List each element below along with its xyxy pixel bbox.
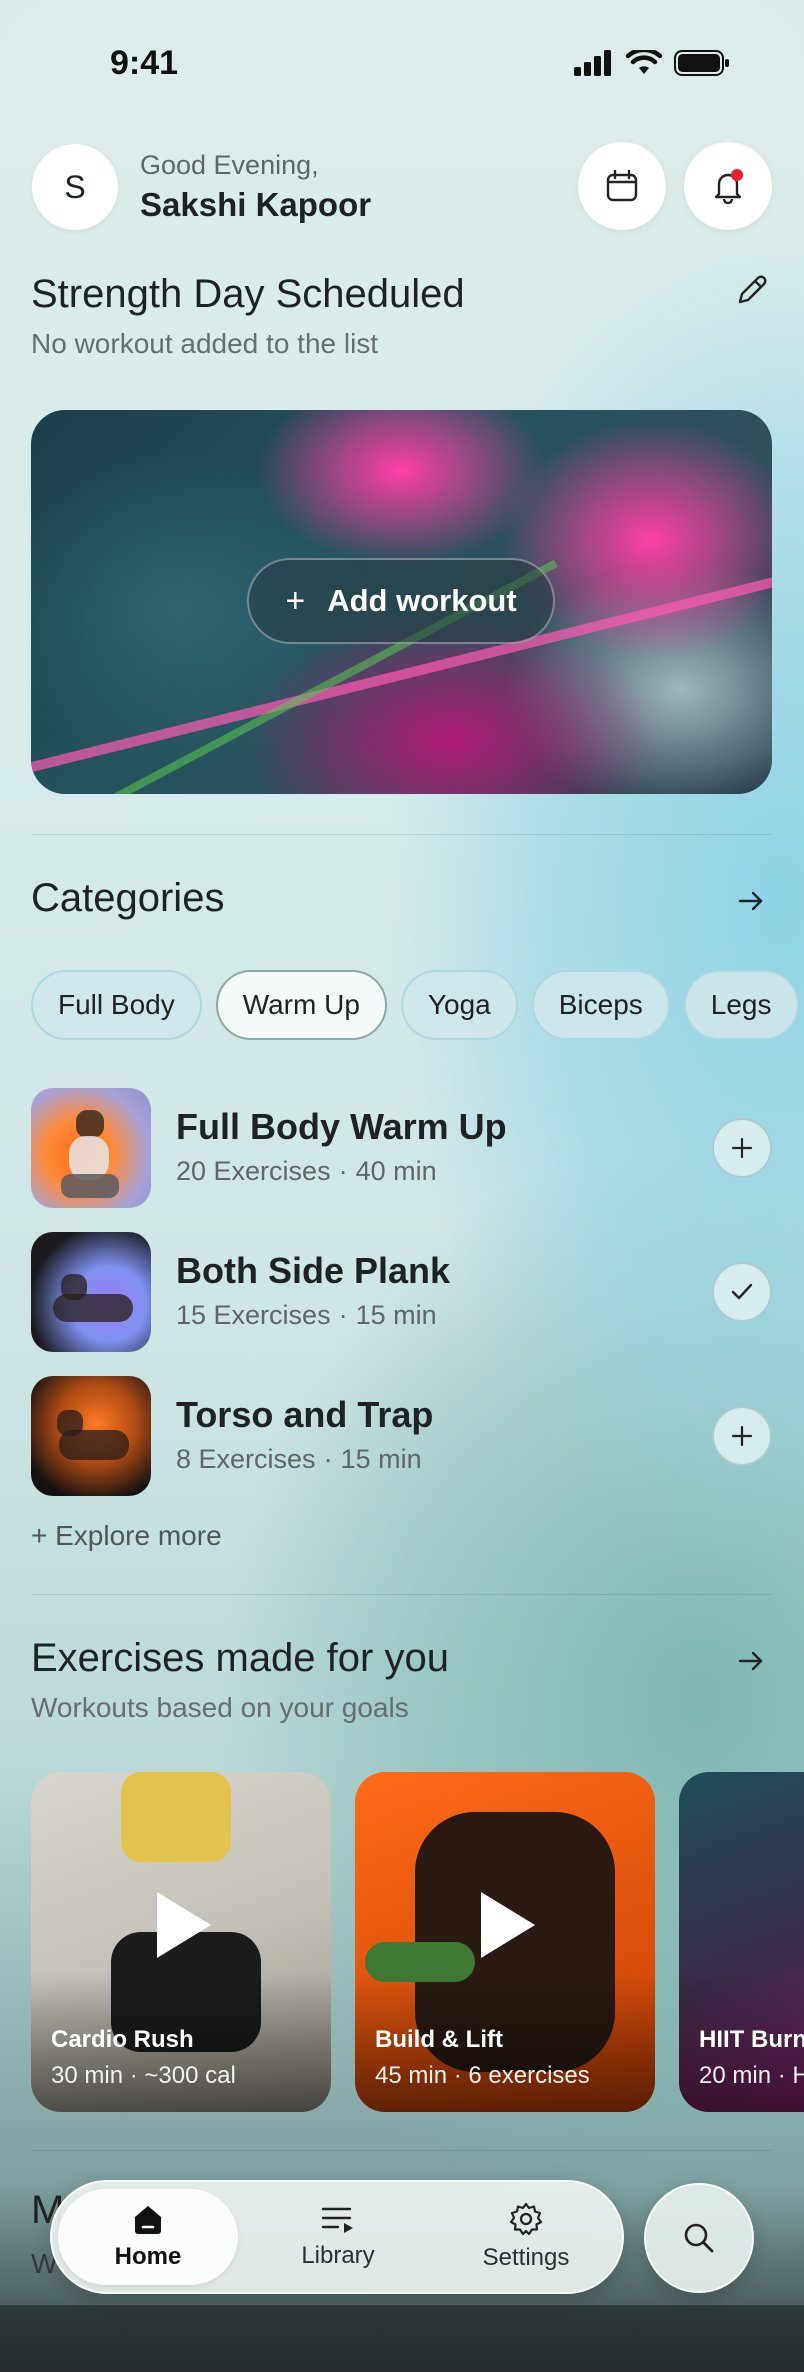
schedule-title: Strength Day Scheduled bbox=[31, 272, 465, 316]
workout-item[interactable]: Full Body Warm Up 20 Exercises · 40 min bbox=[31, 1088, 772, 1208]
workout-duration: 15 min bbox=[355, 1300, 437, 1330]
bottom-content-fade bbox=[0, 2305, 804, 2372]
exercise-card[interactable]: HIIT Burn 20 min · H bbox=[679, 1772, 804, 2112]
workout-thumbnail bbox=[31, 1376, 151, 1496]
card-meta: 45 min · 6 exercises bbox=[375, 2062, 590, 2089]
plus-icon: + bbox=[285, 581, 306, 620]
greeting-text: Good Evening, bbox=[140, 150, 319, 180]
categories-see-all-button[interactable] bbox=[736, 886, 766, 921]
battery-icon bbox=[674, 50, 729, 76]
categories-title: Categories bbox=[31, 876, 225, 920]
arrow-right-icon bbox=[738, 891, 763, 911]
workout-duration: 15 min bbox=[340, 1444, 422, 1474]
notification-dot bbox=[731, 169, 743, 181]
tab-library[interactable]: Library bbox=[248, 2189, 428, 2285]
workout-exercise-count: 8 Exercises bbox=[176, 1444, 316, 1474]
card-title: HIIT Burn bbox=[699, 2026, 804, 2053]
edit-button[interactable] bbox=[734, 272, 770, 313]
chip-legs[interactable]: Legs bbox=[683, 970, 799, 1040]
workout-thumbnail bbox=[31, 1088, 151, 1208]
chip-biceps[interactable]: Biceps bbox=[531, 970, 670, 1040]
chip-warm-up[interactable]: Warm Up bbox=[215, 970, 387, 1040]
tab-bar: Home Library Settings bbox=[50, 2180, 624, 2294]
workout-exercise-count: 15 Exercises bbox=[176, 1300, 331, 1330]
workout-duration: 40 min bbox=[355, 1156, 437, 1186]
workout-meta: 8 Exercises · 15 min bbox=[176, 1444, 422, 1474]
add-workout-button[interactable]: + Add workout bbox=[247, 558, 555, 644]
gear-icon bbox=[509, 2202, 543, 2236]
add-workout-label: Add workout bbox=[327, 583, 517, 618]
chip-full-body[interactable]: Full Body bbox=[31, 970, 202, 1040]
plus-icon bbox=[731, 1425, 753, 1447]
hero-image: + Add workout bbox=[31, 410, 772, 794]
add-workout-item-button[interactable] bbox=[712, 1118, 772, 1178]
exercise-card[interactable]: Cardio Rush 30 min · ~300 cal bbox=[31, 1772, 331, 2112]
search-icon bbox=[684, 2223, 714, 2253]
recommended-title: Exercises made for you bbox=[31, 1636, 449, 1680]
category-chips: Full Body Warm Up Yoga Biceps Legs bbox=[31, 970, 799, 1042]
wifi-icon bbox=[626, 50, 662, 74]
schedule-subtitle: No workout added to the list bbox=[31, 328, 379, 359]
tab-settings[interactable]: Settings bbox=[436, 2189, 616, 2285]
workout-thumbnail bbox=[31, 1232, 151, 1352]
recommended-subtitle: Workouts based on your goals bbox=[31, 1692, 409, 1723]
workout-meta: 20 Exercises · 40 min bbox=[176, 1156, 437, 1186]
divider bbox=[31, 834, 772, 835]
home-icon bbox=[135, 2206, 161, 2234]
play-icon[interactable] bbox=[153, 1890, 213, 1965]
bell-icon bbox=[714, 169, 743, 204]
list-icon bbox=[321, 2207, 353, 2233]
tab-label: Home bbox=[114, 2243, 182, 2270]
chip-yoga[interactable]: Yoga bbox=[400, 970, 518, 1040]
card-meta: 20 min · H bbox=[699, 2062, 804, 2089]
cellular-signal-icon bbox=[574, 50, 611, 76]
search-button[interactable] bbox=[644, 2183, 754, 2293]
play-icon[interactable] bbox=[477, 1890, 537, 1965]
arrow-right-icon bbox=[738, 1651, 763, 1671]
tab-label: Library bbox=[301, 2242, 375, 2269]
workout-title: Torso and Trap bbox=[176, 1394, 434, 1435]
explore-more-link[interactable]: + Explore more bbox=[31, 1520, 222, 1552]
status-bar: 9:41 bbox=[0, 0, 804, 130]
tab-home[interactable]: Home bbox=[58, 2189, 238, 2285]
check-icon bbox=[731, 1283, 753, 1300]
workout-exercise-count: 20 Exercises bbox=[176, 1156, 331, 1186]
divider bbox=[31, 2150, 772, 2151]
card-title: Build & Lift bbox=[375, 2026, 503, 2053]
card-meta: 30 min · ~300 cal bbox=[51, 2062, 236, 2089]
status-icons bbox=[574, 50, 730, 76]
pencil-icon bbox=[738, 275, 767, 304]
avatar[interactable]: S bbox=[32, 144, 118, 230]
card-title: Cardio Rush bbox=[51, 2026, 194, 2053]
add-workout-item-button[interactable] bbox=[712, 1406, 772, 1466]
workout-title: Full Body Warm Up bbox=[176, 1106, 507, 1147]
status-time: 9:41 bbox=[110, 44, 179, 82]
header: S Good Evening, Sakshi Kapoor bbox=[32, 142, 772, 232]
calendar-button[interactable] bbox=[578, 142, 666, 230]
user-name: Sakshi Kapoor bbox=[140, 186, 372, 223]
workout-item[interactable]: Both Side Plank 15 Exercises · 15 min bbox=[31, 1232, 772, 1352]
workout-meta: 15 Exercises · 15 min bbox=[176, 1300, 437, 1330]
workout-title: Both Side Plank bbox=[176, 1250, 451, 1291]
calendar-icon bbox=[606, 169, 638, 202]
workout-item[interactable]: Torso and Trap 8 Exercises · 15 min bbox=[31, 1376, 772, 1496]
workout-added-button[interactable] bbox=[712, 1262, 772, 1322]
recommended-see-all-button[interactable] bbox=[736, 1646, 766, 1681]
notifications-button[interactable] bbox=[684, 142, 772, 230]
exercise-card[interactable]: Build & Lift 45 min · 6 exercises bbox=[355, 1772, 655, 2112]
tab-label: Settings bbox=[482, 2244, 570, 2271]
divider bbox=[31, 1594, 772, 1595]
plus-icon bbox=[731, 1137, 753, 1159]
app-screen: 9:41 S Good Evening, Sakshi Kapoor Stren… bbox=[0, 0, 804, 2372]
exercise-cards: Cardio Rush 30 min · ~300 cal Build & Li… bbox=[31, 1772, 804, 2112]
